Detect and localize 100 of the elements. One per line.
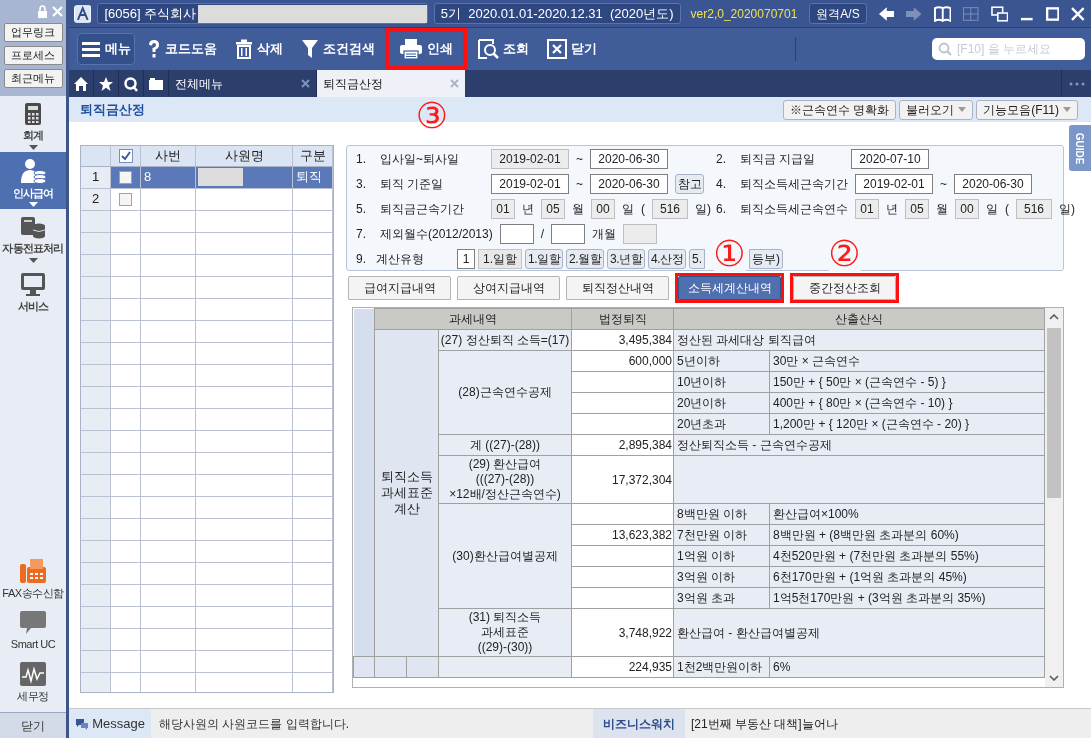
back-arrow-icon[interactable]	[878, 6, 895, 21]
quick-link-button[interactable]: 프로세스	[3, 46, 63, 65]
dropdown-button[interactable]: 기능모음(F11)	[976, 99, 1078, 120]
tab[interactable]: 소득세계산내역	[678, 276, 781, 300]
table-row[interactable]: 1 8 퇴직	[81, 166, 333, 189]
calc-type-button[interactable]: 2.월할	[566, 249, 605, 269]
dropdown-button[interactable]: 불러오기	[899, 99, 974, 120]
table-row[interactable]: 2	[81, 188, 333, 211]
table-cell: 30만 × 근속연수	[769, 350, 1045, 372]
checkbox[interactable]	[119, 192, 132, 206]
calc-type-button[interactable]: 등부)	[749, 249, 784, 269]
field-text: 년	[522, 201, 534, 218]
search-letter-icon[interactable]	[123, 75, 139, 92]
close-button[interactable]: 닫기	[0, 712, 66, 738]
toolbar-button[interactable]: 코드도움	[141, 33, 223, 65]
field-number: 9.	[356, 251, 367, 268]
field-number: 7.	[356, 226, 367, 243]
field-number: 4.	[716, 176, 727, 193]
readonly-field: 01	[855, 199, 879, 219]
printer-icon	[399, 38, 423, 60]
quick-link-button[interactable]: 업무링크	[3, 23, 63, 42]
checkbox[interactable]	[119, 170, 132, 184]
field-text: 년	[886, 201, 898, 218]
search-field[interactable]: [F10] 을 누르세요	[932, 38, 1085, 60]
callout-number: ③	[415, 98, 449, 134]
input-field[interactable]: 2020-06-30	[590, 174, 668, 194]
toolbar-button[interactable]: 조건검색	[295, 33, 381, 65]
table-cell: 환산급여 - 환산급여별공제	[673, 608, 1045, 657]
toolbar-button[interactable]: 인쇄	[393, 33, 459, 65]
table-cell: 정산퇴직소득 - 근속연수공제	[673, 434, 1045, 456]
grid-layout-icon[interactable]	[963, 6, 979, 21]
sidebar-item[interactable]: 서비스	[0, 264, 66, 316]
home-icon[interactable]	[73, 75, 89, 92]
sidebar-item[interactable]: 회계	[0, 96, 66, 152]
input-field[interactable]: 2019-02-01	[855, 174, 933, 194]
windows-icon[interactable]	[990, 5, 1009, 22]
forward-arrow-icon[interactable]	[906, 6, 922, 21]
sidebar-item[interactable]: FAX송수신함	[0, 557, 66, 609]
scroll-up-icon	[1049, 314, 1059, 320]
sidebar-item[interactable]: 자동전표처리	[0, 209, 66, 265]
tab[interactable]: 중간정산조회	[793, 276, 896, 300]
documents-database-icon	[19, 215, 47, 239]
book-icon[interactable]	[933, 5, 952, 22]
menu-icon	[81, 40, 101, 58]
column-header: 사원명	[196, 146, 293, 166]
scrollbar[interactable]	[1045, 308, 1063, 687]
calc-type-button[interactable]: 5.	[689, 249, 706, 269]
page-title: 퇴직금산정	[80, 100, 145, 119]
input-field[interactable]	[499, 224, 534, 244]
lock-icon[interactable]	[37, 4, 48, 18]
input-field[interactable]: 2019-02-01	[491, 174, 569, 194]
quick-link-button[interactable]: 최근메뉴	[3, 69, 63, 88]
calc-type-button[interactable]: 3.년할	[607, 249, 646, 269]
question-mark-icon	[147, 39, 161, 59]
folder-icon[interactable]	[148, 75, 164, 92]
monitor-graph-icon	[19, 660, 47, 687]
tab-label: 전체메뉴	[175, 75, 223, 93]
person-coins-icon	[19, 157, 47, 184]
tab[interactable]: 급여지급내역	[348, 276, 451, 300]
toolbar-button[interactable]: ※근속연수 명확화	[782, 99, 897, 120]
calc-type-button[interactable]: 1.일할	[525, 249, 564, 269]
toolbar-button[interactable]: 닫기	[541, 33, 603, 65]
sidebar-item[interactable]: 세무정	[0, 660, 66, 712]
input-field[interactable]: 2020-07-10	[851, 149, 929, 169]
maximize-icon[interactable]	[1045, 6, 1060, 21]
calc-type-button[interactable]: 참고	[675, 174, 704, 194]
calc-type-button[interactable]: 4.산정	[648, 249, 687, 269]
input-field[interactable]: 2020-06-30	[954, 174, 1032, 194]
star-icon[interactable]	[98, 75, 114, 92]
search-document-icon	[477, 38, 499, 60]
readonly-field: 516	[1016, 199, 1052, 219]
toolbar-button[interactable]: 조회	[471, 33, 535, 65]
column-header: 과세내역	[374, 308, 572, 330]
fiscal-period-field[interactable]: 5기 2020.01.01-2020.12.31 (2020년도)	[433, 3, 681, 24]
sidebar-item[interactable]: 인사급여	[0, 151, 66, 209]
more-icon[interactable]	[1068, 81, 1085, 86]
toolbar-button[interactable]: 메뉴	[77, 33, 135, 65]
field-label: 퇴직금근속기간	[380, 201, 465, 218]
app-logo-icon	[74, 4, 92, 23]
input-field[interactable]: 2020-06-30	[590, 149, 668, 169]
field-number: 6.	[716, 201, 727, 218]
field-text: 개월	[592, 226, 617, 243]
input-field[interactable]	[551, 224, 586, 244]
close-icon[interactable]	[301, 79, 310, 88]
tab[interactable]: 퇴직정산내역	[566, 276, 669, 300]
toolbar-button[interactable]: 삭제	[229, 33, 289, 65]
field-label: 제외월수(2012/2013)	[380, 226, 493, 243]
field-text: 일	[986, 201, 998, 218]
status-message: 해당사원의 사원코드를 입력합니다.	[158, 715, 350, 733]
input-field[interactable]: 1	[457, 249, 475, 269]
news-ticker[interactable]: [21번째 부동산 대책]늘어나	[685, 714, 838, 733]
readonly-field: 00	[955, 199, 979, 219]
sidebar-item[interactable]: Smart UC	[0, 609, 66, 661]
field-text: (	[1005, 201, 1009, 218]
company-field[interactable]: [6056] 주식회사	[97, 3, 428, 24]
remote-support-button[interactable]: 원격A/S	[809, 3, 867, 24]
row-header-cell: 2	[81, 188, 111, 210]
checkbox[interactable]	[118, 148, 133, 163]
tab[interactable]: 상여지급내역	[457, 276, 560, 300]
tab[interactable]: 퇴직금산정	[317, 70, 465, 97]
